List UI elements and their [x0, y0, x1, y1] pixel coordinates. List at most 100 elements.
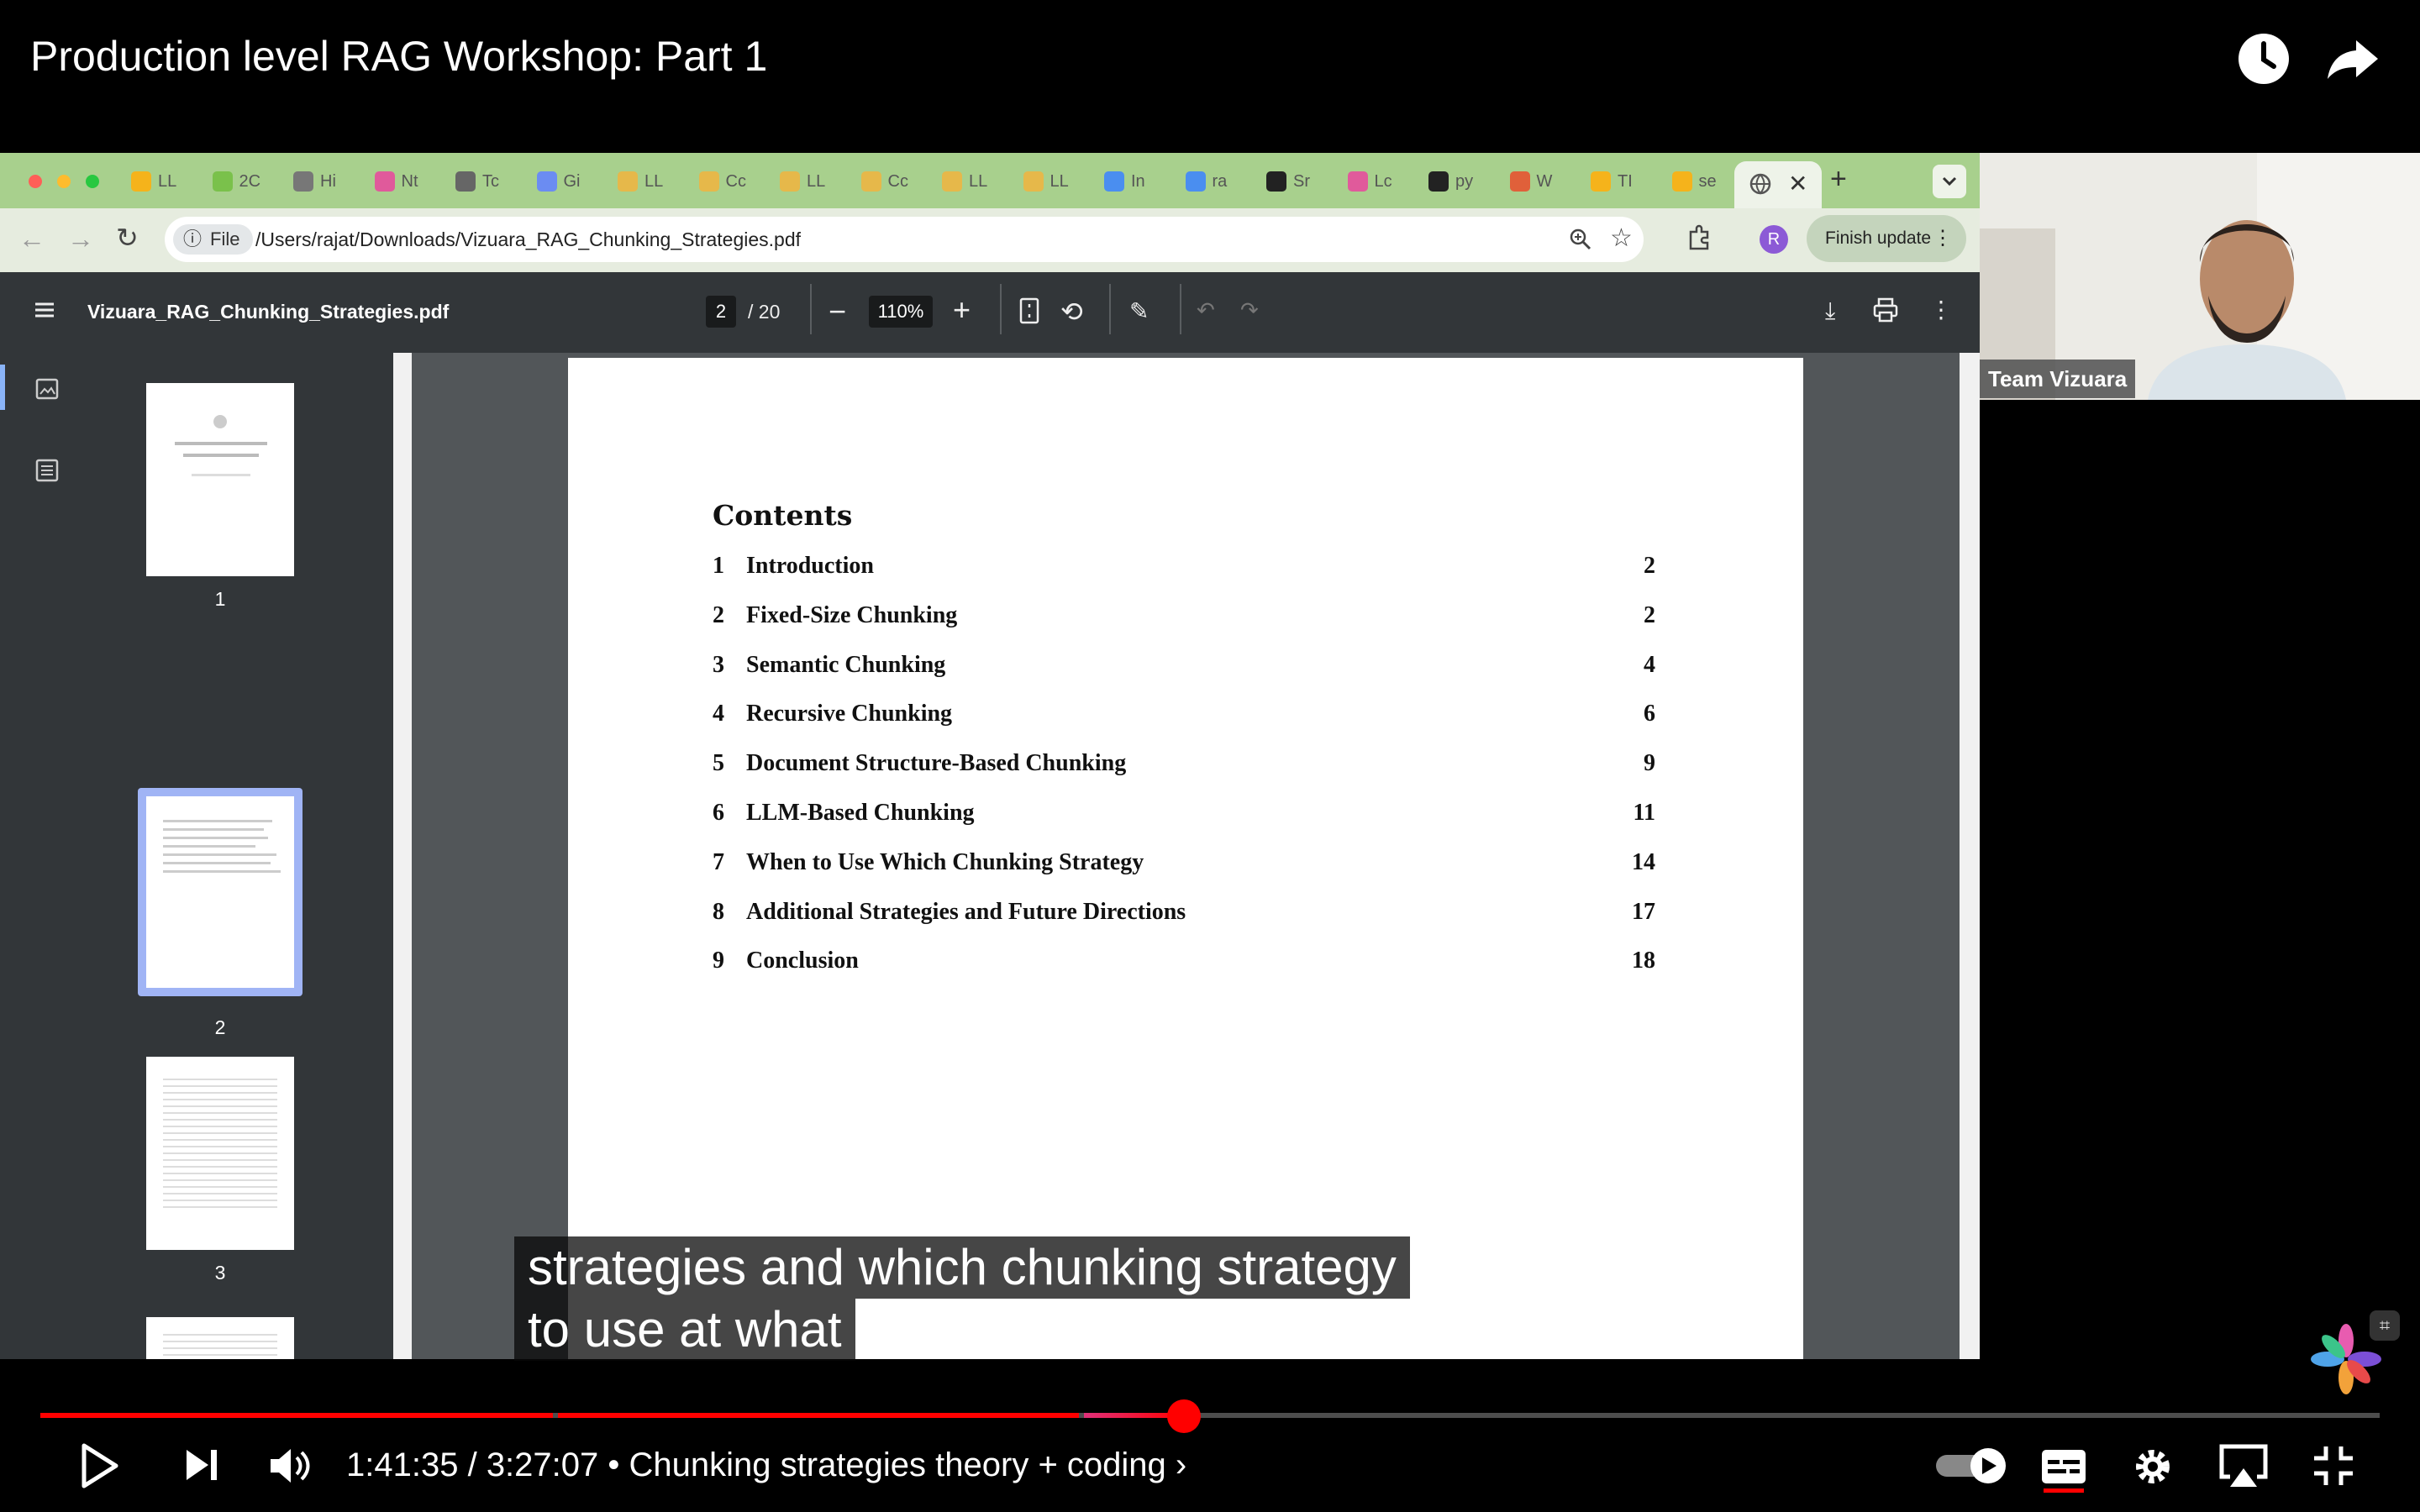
browser-tab[interactable]: LL [618, 165, 663, 198]
toc-entry[interactable]: 4 Recursive Chunking 6 [713, 701, 1655, 734]
toc-entry-title: Fixed-Size Chunking [746, 601, 958, 628]
presenter-name-label: Team Vizuara [1980, 360, 2136, 398]
toc-entry[interactable]: 9 Conclusion 18 [713, 948, 1655, 981]
browser-tab[interactable]: Nt [374, 165, 418, 198]
next-video-icon[interactable] [183, 1446, 220, 1488]
toc-entry[interactable]: 8 Additional Strategies and Future Direct… [713, 899, 1655, 932]
pdf-more-icon[interactable]: ⋮ [1929, 296, 1953, 323]
more-menu-icon: ⋮ [1933, 227, 1953, 249]
url-text[interactable]: /Users/rajat/Downloads/Vizuara_RAG_Chunk… [255, 228, 801, 251]
profile-avatar[interactable]: R [1760, 225, 1788, 254]
thumbnail-page-1[interactable] [146, 383, 294, 576]
zoom-out-icon[interactable]: − [829, 294, 846, 329]
toc-entry-number: 6 [713, 800, 724, 826]
toc-entry-page: 11 [1633, 800, 1655, 826]
forward-icon[interactable]: → [67, 223, 94, 255]
sidebar-menu-icon[interactable] [32, 297, 57, 327]
scrubber-handle[interactable] [1167, 1399, 1202, 1433]
tab-search-icon[interactable] [1933, 165, 1966, 198]
fit-page-icon[interactable] [1018, 297, 1040, 328]
toc-entry-number: 2 [713, 601, 724, 628]
close-window-dot[interactable] [29, 175, 42, 188]
video-title[interactable]: Production level RAG Workshop: Part 1 [30, 32, 767, 81]
settings-gear-icon[interactable] [2131, 1445, 2175, 1493]
browser-tab[interactable]: Lc [1347, 165, 1392, 198]
browser-tab[interactable]: Hi [293, 165, 336, 198]
new-tab-icon[interactable]: + [1830, 163, 1847, 196]
thumbnails-icon[interactable] [35, 378, 59, 404]
thumbnail-label: 1 [214, 588, 226, 610]
browser-tab[interactable]: Sr [1266, 165, 1310, 198]
subtitles-icon[interactable] [2040, 1448, 2087, 1498]
bookmark-star-icon[interactable]: ☆ [1610, 223, 1633, 253]
redo-icon[interactable]: ↷ [1240, 297, 1259, 323]
airplay-icon[interactable] [2217, 1443, 2270, 1494]
browser-tab[interactable]: LL [1023, 165, 1069, 198]
exit-fullscreen-icon[interactable] [2312, 1445, 2354, 1491]
toc-entry-number: 1 [713, 553, 724, 579]
toc-entry[interactable]: 2 Fixed-Size Chunking 2 [713, 602, 1655, 636]
play-icon[interactable] [81, 1443, 119, 1493]
tab-label: Nt [401, 171, 418, 191]
active-tab[interactable]: ✕ [1734, 161, 1822, 208]
maximize-window-dot[interactable] [86, 175, 99, 188]
video-progress-bar[interactable] [40, 1413, 2380, 1418]
browser-tab[interactable]: LL [131, 165, 176, 198]
viewer-scrollbar[interactable] [1960, 353, 1980, 1359]
chevron-right-icon[interactable]: › [1176, 1446, 1186, 1483]
browser-tab[interactable]: Gi [536, 165, 581, 198]
browser-tab[interactable]: TI [1591, 165, 1633, 198]
address-bar[interactable]: ⓘ File /Users/rajat/Downloads/Vizuara_RA… [165, 217, 1644, 262]
rotate-icon[interactable]: ⟲ [1060, 296, 1083, 328]
browser-tab[interactable]: se [1671, 165, 1717, 198]
browser-tab[interactable]: 2C [212, 165, 260, 198]
browser-tab[interactable]: Cc [698, 165, 746, 198]
browser-tab[interactable]: Tc [455, 165, 499, 198]
zoom-in-icon[interactable]: + [953, 292, 971, 328]
page-number-input[interactable]: 2 [706, 296, 736, 328]
autoplay-toggle[interactable] [1934, 1446, 2010, 1489]
chapter-title[interactable]: Chunking strategies theory + coding [629, 1446, 1166, 1483]
toc-entry[interactable]: 5 Document Structure-Based Chunking 9 [713, 750, 1655, 784]
site-info-chip[interactable]: ⓘ File [173, 224, 254, 255]
minimize-window-dot[interactable] [57, 175, 71, 188]
volume-icon[interactable] [267, 1445, 313, 1491]
thumbnail-page-4[interactable] [146, 1317, 294, 1359]
browser-tab[interactable]: py [1428, 165, 1473, 198]
share-icon[interactable] [2323, 29, 2383, 89]
browser-tab[interactable]: In [1104, 165, 1145, 198]
thumbnail-page-2[interactable] [146, 796, 294, 988]
tab-favicon-icon [618, 171, 638, 192]
browser-tab[interactable]: LL [942, 165, 987, 198]
toc-entry[interactable]: 3 Semantic Chunking 4 [713, 652, 1655, 685]
print-icon[interactable] [1872, 297, 1899, 327]
toc-entry[interactable]: 7 When to Use Which Chunking Strategy 14 [713, 849, 1655, 883]
tab-label: ra [1212, 171, 1228, 191]
toc-entry[interactable]: 6 LLM-Based Chunking 11 [713, 800, 1655, 833]
annotate-pen-icon[interactable]: ✎ [1129, 297, 1149, 325]
toc-entry-number: 3 [713, 651, 724, 678]
watch-later-icon[interactable] [2233, 29, 2294, 89]
browser-tab[interactable]: LL [780, 165, 825, 198]
tab-label: Cc [725, 171, 746, 191]
undo-icon[interactable]: ↶ [1197, 297, 1215, 323]
browser-tab[interactable]: W [1509, 165, 1553, 198]
zoom-icon[interactable] [1568, 227, 1593, 256]
back-icon[interactable]: ← [18, 223, 45, 255]
toc-entry[interactable]: 1 Introduction 2 [713, 553, 1655, 586]
close-tab-icon[interactable]: ✕ [1788, 170, 1807, 197]
scan-text-icon[interactable]: ⌗ [2370, 1310, 2400, 1341]
outline-icon[interactable] [35, 459, 59, 486]
toc-entry-title: Introduction [746, 553, 874, 579]
tab-label: W [1536, 171, 1553, 191]
reload-icon[interactable]: ↻ [116, 222, 139, 254]
thumbnail-page-3[interactable] [146, 1057, 294, 1250]
thumbnail-scrollbar[interactable] [393, 353, 412, 1359]
browser-tab[interactable]: ra [1185, 165, 1228, 198]
download-icon[interactable]: ⤓ [1825, 297, 1835, 325]
zoom-level[interactable]: 110% [869, 296, 933, 328]
finish-update-button[interactable]: Finish update ⋮ [1807, 215, 1966, 262]
browser-tab[interactable]: Cc [860, 165, 908, 198]
extensions-icon[interactable] [1684, 223, 1714, 258]
tab-favicon-icon [780, 171, 800, 192]
